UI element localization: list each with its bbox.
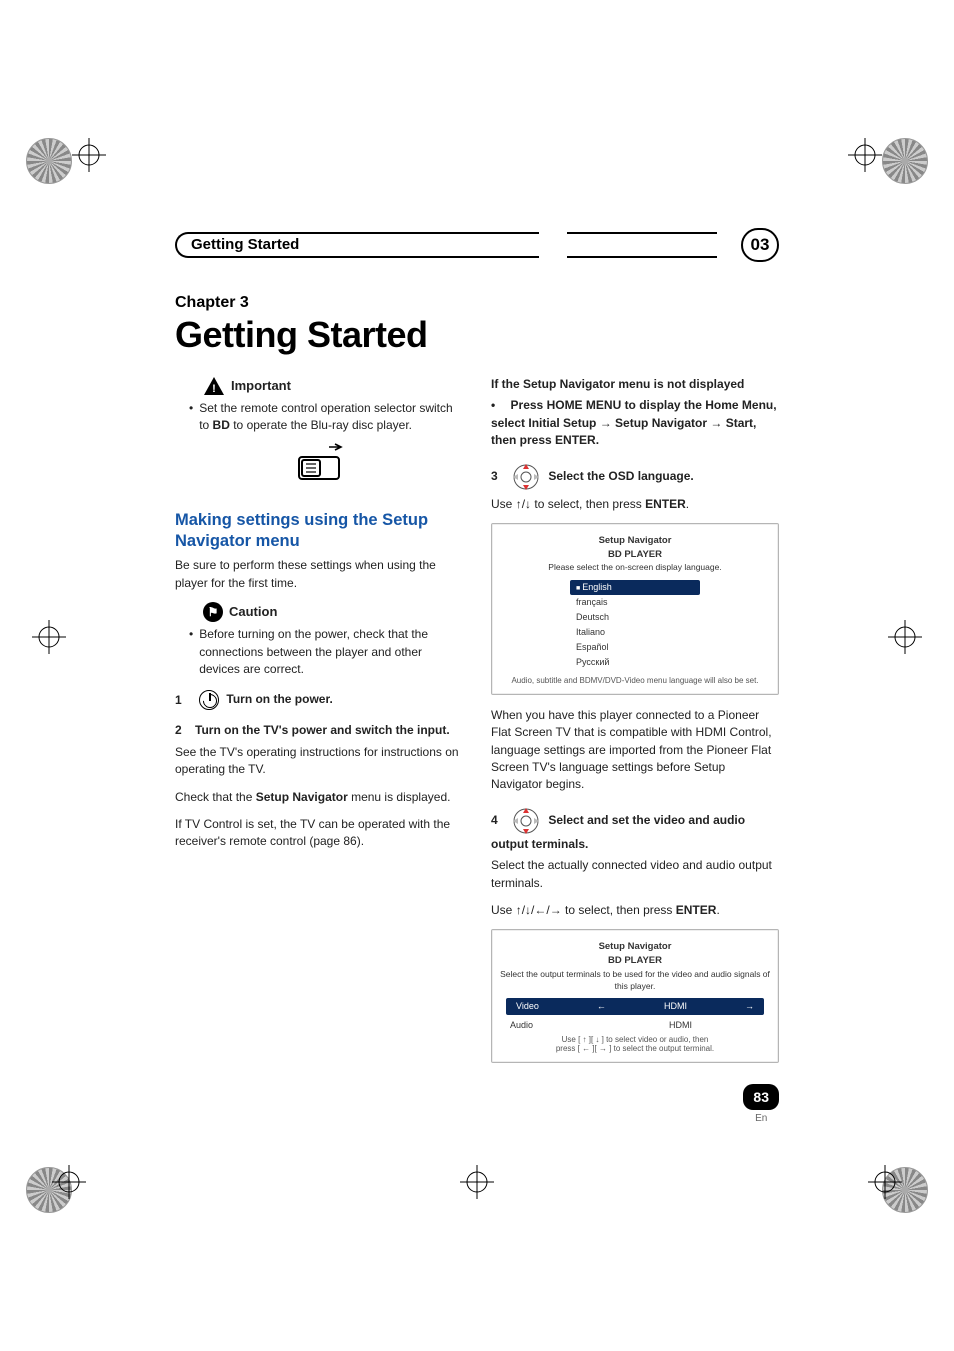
caution-text: Before turning on the power, check that … <box>199 626 463 678</box>
page-number: 83 <box>743 1084 779 1110</box>
osd-footnote: Audio, subtitle and BDMV/DVD-Video menu … <box>500 676 770 686</box>
section-title: Getting Started <box>175 232 539 258</box>
dpad-icon <box>511 806 541 836</box>
dpad-icon <box>511 462 541 492</box>
osd-title: Setup Navigator <box>500 534 770 548</box>
osd-language-option: Italiano <box>570 625 700 640</box>
step-number: 1 <box>175 693 182 707</box>
osd-prompt: Please select the on-screen display lang… <box>500 561 770 573</box>
crosshair-icon <box>868 1165 902 1199</box>
osd-title: Setup Navigator <box>500 940 770 954</box>
step-number: 3 <box>491 469 498 483</box>
text: to select, then press <box>562 903 676 917</box>
text-bold: ENTER <box>676 903 717 917</box>
page-title: Getting Started <box>175 314 779 356</box>
bullet-dot: • <box>189 400 193 435</box>
step-4-p2: Use ↑/↓/←/→ to select, then press ENTER. <box>491 902 779 919</box>
osd-row-label: Video <box>516 1000 539 1013</box>
text: to select, then press <box>531 497 645 511</box>
right-column: If the Setup Navigator menu is not displ… <box>491 376 779 1075</box>
text-bold: ENTER <box>645 497 686 511</box>
text: Use <box>491 497 516 511</box>
step-3-instruction: Use ↑/↓ to select, then press ENTER. <box>491 496 779 513</box>
step-4: 4 Select and set the video and audio out… <box>491 806 779 853</box>
step-3: 3 Select the OSD language. <box>491 462 779 492</box>
osd-language-option: français <box>570 595 700 610</box>
text-bold: BD <box>213 418 230 432</box>
step-number: 2 <box>175 723 182 737</box>
osd-language-option-selected: English <box>570 580 700 595</box>
crosshair-icon <box>848 138 882 172</box>
text: . <box>686 497 689 511</box>
important-label: Important <box>231 377 291 396</box>
text: menu is displayed. <box>348 790 451 804</box>
chapter-label: Chapter 3 <box>175 294 779 312</box>
crosshair-icon <box>888 620 922 654</box>
osd-language-option: Deutsch <box>570 610 700 625</box>
osd-language-option: Español <box>570 640 700 655</box>
chapter-number-badge: 03 <box>741 228 779 262</box>
step-2-p3: If TV Control is set, the TV can be oper… <box>175 816 463 851</box>
text: . <box>716 903 719 917</box>
conditional-heading: If the Setup Navigator menu is not displ… <box>491 376 779 393</box>
step-title: Turn on the power. <box>226 693 332 707</box>
text-bold: Setup Navigator <box>256 790 348 804</box>
calibration-wheel <box>882 138 928 184</box>
osd-language-option: Русский <box>570 655 700 670</box>
svg-text:!: ! <box>212 383 216 395</box>
all-arrows-icon: ↑/↓/←/→ <box>516 903 562 917</box>
step-2-p2: Check that the Setup Navigator menu is d… <box>175 789 463 806</box>
step-4-p1: Select the actually connected video and … <box>491 857 779 892</box>
osd-subtitle: BD PLAYER <box>500 954 770 968</box>
power-icon <box>199 690 219 710</box>
caution-circle-icon: ⚑ <box>203 602 223 622</box>
step-title: Select the OSD language. <box>548 469 693 483</box>
caution-label: Caution <box>229 603 277 622</box>
text: Check that the <box>175 790 256 804</box>
step-number: 4 <box>491 813 498 827</box>
section-header: Getting Started 03 <box>175 232 779 258</box>
page-language: En <box>743 1112 779 1127</box>
step-2: 2 Turn on the TV's power and switch the … <box>175 722 463 739</box>
page-number-badge: 83 En <box>743 1084 779 1127</box>
crosshair-icon <box>52 1165 86 1199</box>
osd-row-value: HDMI <box>669 1019 692 1032</box>
text: press [ ← ][ → ] to select the output te… <box>500 1044 770 1054</box>
warning-triangle-icon: ! <box>203 376 225 396</box>
selector-switch-figure <box>175 443 463 492</box>
step-title: Turn on the TV's power and switch the in… <box>195 723 450 737</box>
section-intro: Be sure to perform these settings when u… <box>175 557 463 592</box>
osd-row-value: HDMI <box>664 1000 687 1013</box>
up-down-arrow-icon: ↑/↓ <box>516 497 531 511</box>
osd-prompt: Select the output terminals to be used f… <box>500 968 770 993</box>
text: Use <box>491 903 516 917</box>
section-heading: Making settings using the Setup Navigato… <box>175 510 463 551</box>
osd-row-label: Audio <box>510 1019 533 1032</box>
text: to operate the Blu-ray disc player. <box>230 418 412 432</box>
crosshair-icon <box>32 620 66 654</box>
osd-row-audio: Audio HDMI <box>500 1017 770 1034</box>
crosshair-icon <box>460 1165 494 1199</box>
left-column: ! Important • Set the remote control ope… <box>175 376 463 1075</box>
osd-language-list: English français Deutsch Italiano Españo… <box>570 580 700 670</box>
osd-footnote: Use [ ↑ ][ ↓ ] to select video or audio,… <box>500 1035 770 1054</box>
bullet-dot: • <box>189 626 193 678</box>
right-arrow-icon: → <box>745 1000 754 1013</box>
after-osd1-text: When you have this player connected to a… <box>491 707 779 794</box>
step-1: 1 Turn on the power. <box>175 690 463 710</box>
left-arrow-icon: ← <box>597 1000 606 1013</box>
conditional-instruction: • Press HOME MENU to display the Home Me… <box>491 397 779 449</box>
calibration-wheel <box>26 138 72 184</box>
text: Use [ ↑ ][ ↓ ] to select video or audio,… <box>500 1035 770 1045</box>
osd-subtitle: BD PLAYER <box>500 548 770 562</box>
osd-output-screenshot: Setup Navigator BD PLAYER Select the out… <box>491 929 779 1062</box>
osd-language-screenshot: Setup Navigator BD PLAYER Please select … <box>491 523 779 695</box>
step-2-p1: See the TV's operating instructions for … <box>175 744 463 779</box>
osd-row-video: Video ← HDMI → <box>506 998 764 1015</box>
crosshair-icon <box>72 138 106 172</box>
important-text: Set the remote control operation selecto… <box>199 400 463 435</box>
header-rule <box>567 232 717 258</box>
